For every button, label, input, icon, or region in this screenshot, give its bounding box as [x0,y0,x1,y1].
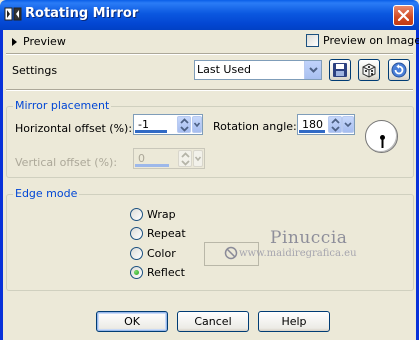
randomize-dice-icon [362,63,376,78]
preset-dropdown-button[interactable] [304,61,321,79]
radio-selected-dot [134,270,139,275]
vertical-offset-bar [135,164,169,167]
separator [6,89,413,91]
reset-button[interactable] [388,59,410,81]
mirror-placement-title: Mirror placement [13,99,112,112]
chevron-down-icon [344,122,352,128]
spin-arrows-icon [331,118,340,132]
radio-repeat-label: Repeat [147,227,186,240]
watermark-name: Pinuccia [270,228,348,248]
chevron-down-icon [194,156,202,162]
vertical-offset-label: Vertical offset (%): [15,156,118,169]
rotation-angle-label: Rotation angle: [213,120,297,133]
preset-select[interactable]: Last Used [194,60,322,80]
preview-on-image-checkbox[interactable] [306,34,319,47]
rotation-angle-dial[interactable] [365,120,398,153]
close-button[interactable] [393,5,414,26]
preview-on-image-label: Preview on Image [323,34,419,47]
horizontal-offset-label: Horizontal offset (%): [15,122,133,135]
radio-wrap[interactable] [130,208,143,221]
preset-value: Last Used [197,63,251,76]
window-frame-left [0,30,3,340]
rotation-angle-dropdown[interactable] [342,116,354,133]
ok-button[interactable]: OK [96,311,168,332]
close-icon [398,10,409,21]
horizontal-offset-dropdown[interactable] [192,116,202,133]
preview-toggle-label: Preview [23,35,66,48]
radio-reflect-label: Reflect [147,266,185,279]
rotation-angle-spinner[interactable] [328,116,342,133]
cancel-button[interactable]: Cancel [177,311,249,332]
watermark-url: www.maidiregrafica.eu [239,248,357,259]
settings-label: Settings [12,64,58,77]
help-button[interactable]: Help [258,311,330,332]
rotation-angle-bar [299,130,325,133]
horizontal-offset-field[interactable]: -1 [133,114,203,135]
watermark-no-sign-icon [224,246,238,260]
edge-mode-title: Edge mode [13,187,80,200]
radio-reflect[interactable] [130,266,143,279]
horizontal-offset-bar [135,130,167,133]
radio-color-label: Color [147,247,176,260]
separator [6,53,413,55]
save-preset-button[interactable] [329,59,351,81]
chevron-down-icon [193,122,201,128]
expand-arrow-icon [12,38,17,46]
reset-icon [391,62,407,78]
radio-color[interactable] [130,247,143,260]
window-title: Rotating Mirror [25,6,139,21]
radio-repeat[interactable] [130,227,143,240]
radio-wrap-label: Wrap [147,208,176,221]
randomize-button[interactable] [358,59,380,81]
horizontal-offset-spinner[interactable] [177,116,191,133]
app-icon [4,7,22,21]
spin-arrows-icon [180,118,189,132]
save-icon [333,63,347,77]
vertical-offset-dropdown[interactable] [193,150,203,167]
vertical-offset-spinner[interactable] [178,150,192,167]
vertical-offset-field[interactable]: 0 [133,148,205,169]
rotation-angle-field[interactable]: 180 [297,114,355,135]
chevron-down-icon [309,67,318,73]
title-bar: Rotating Mirror [0,0,419,30]
angle-dial-needle-icon [380,135,385,148]
spin-arrows-icon [181,152,190,166]
